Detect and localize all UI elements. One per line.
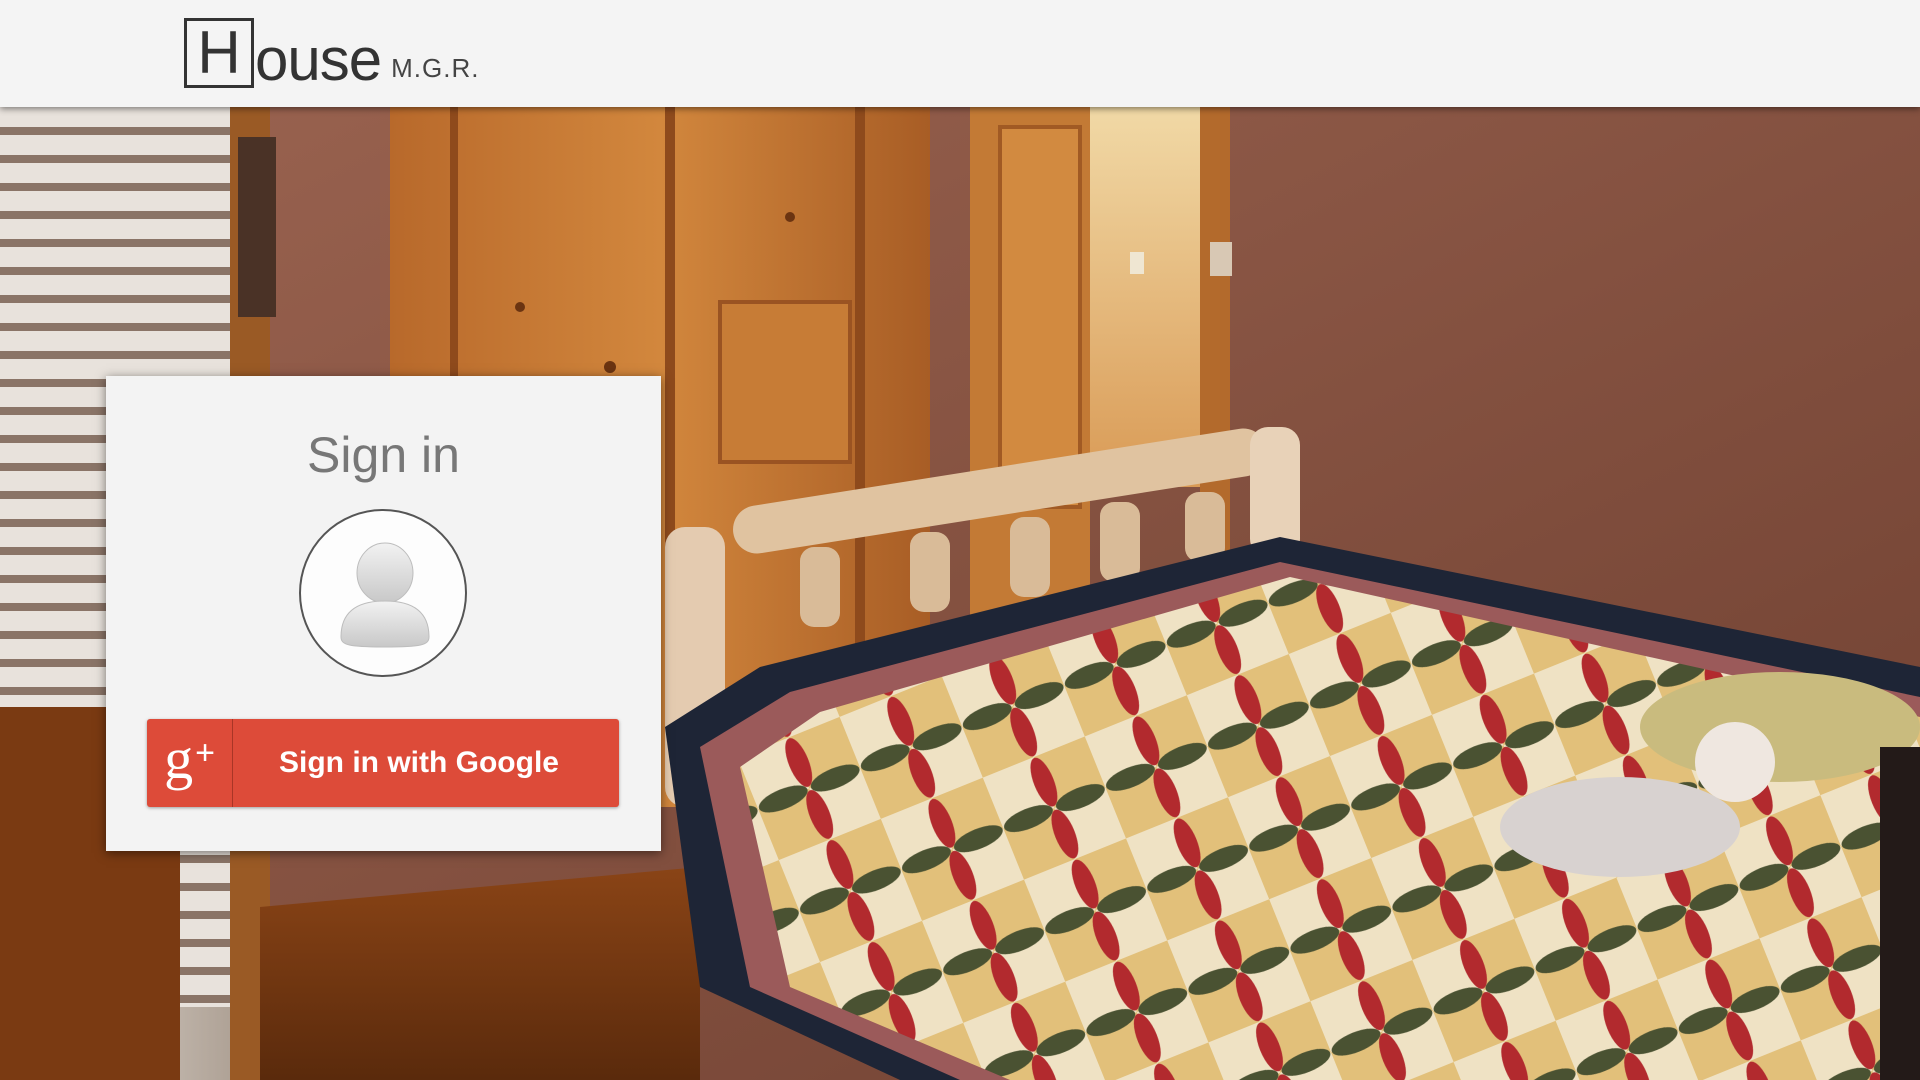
signin-card: Sign in g + Sign in with Google [106, 376, 661, 851]
logo-subtitle: M.G.R. [391, 53, 480, 83]
top-header: H ouse M.G.R. [0, 0, 1920, 107]
signin-title: Sign in [307, 427, 460, 483]
logo-letter: H [197, 19, 241, 86]
default-user-icon [299, 509, 467, 677]
logo-letter-box: H [184, 18, 254, 88]
logo-word: ouse [255, 26, 382, 93]
house-mgr-logo[interactable]: H ouse M.G.R. [184, 18, 480, 93]
google-plus-icon: g + [147, 719, 233, 807]
sign-in-with-google-button[interactable]: g + Sign in with Google [147, 719, 619, 807]
google-button-label: Sign in with Google [279, 746, 559, 779]
